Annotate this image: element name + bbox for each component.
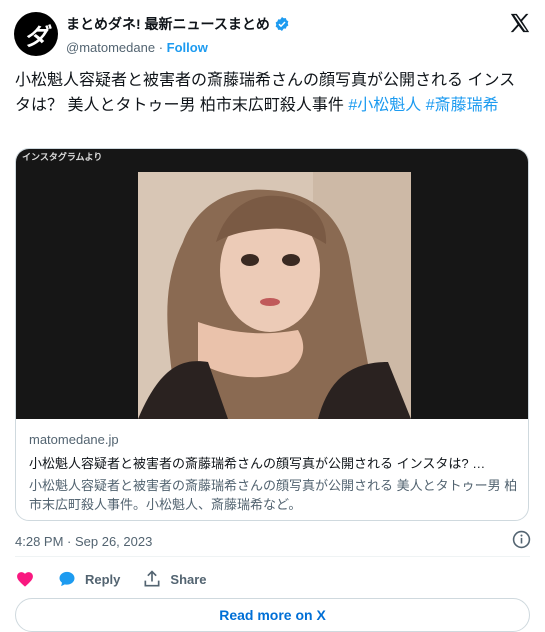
author-name-line: まとめダネ! 最新ニュースまとめ <box>66 14 290 34</box>
share-label: Share <box>170 571 207 587</box>
verified-badge-icon <box>275 17 289 31</box>
reply-button[interactable]: Reply <box>57 569 120 589</box>
media-caption: インスタグラムより <box>22 152 103 162</box>
link-card[interactable]: インスタグラムより matomedane.jp 小松魁人容疑者と被害者の斎藤瑞希… <box>15 148 529 521</box>
handle[interactable]: @matomedane <box>66 40 155 55</box>
timestamp[interactable]: 4:28 PM · Sep 26, 2023 <box>15 534 152 549</box>
portrait-illustration <box>138 172 411 419</box>
card-media[interactable]: インスタグラムより <box>16 149 528 419</box>
hashtag-link[interactable]: #小松魁人 <box>348 97 421 114</box>
tweet-text: 小松魁人容疑者と被害者の斎藤瑞希さんの顔写真が公開される インスタは？ 美人とタ… <box>15 68 530 118</box>
display-name[interactable]: まとめダネ! 最新ニュースまとめ <box>66 14 270 34</box>
reply-bubble-icon <box>59 571 75 587</box>
avatar[interactable]: ダ <box>14 12 58 56</box>
action-bar: Reply Share <box>15 569 229 589</box>
handle-line: @matomedane · Follow <box>66 40 290 55</box>
like-button[interactable] <box>15 569 35 589</box>
author-block: まとめダネ! 最新ニュースまとめ @matomedane · Follow <box>66 14 290 55</box>
x-logo-icon[interactable] <box>509 12 531 34</box>
reply-label: Reply <box>85 571 121 587</box>
hashtag-link[interactable]: #斎藤瑞希 <box>426 97 499 114</box>
separator: · <box>158 40 164 55</box>
card-title: 小松魁人容疑者と被害者の斎藤瑞希さんの顔写真が公開される インスタは? … <box>29 456 486 471</box>
card-domain: matomedane.jp <box>29 432 119 447</box>
follow-button[interactable]: Follow <box>167 40 208 55</box>
read-more-button[interactable]: Read more on X <box>15 598 530 632</box>
share-button[interactable]: Share <box>142 569 207 589</box>
portrait-photo <box>138 172 411 419</box>
card-description: 小松魁人容疑者と被害者の斎藤瑞希さんの顔写真が公開される 美人とタトゥー男 柏市… <box>29 478 518 512</box>
share-icon <box>144 570 160 587</box>
heart-icon <box>17 572 33 587</box>
card-body[interactable]: matomedane.jp 小松魁人容疑者と被害者の斎藤瑞希さんの顔写真が公開さ… <box>29 432 519 514</box>
divider <box>15 556 530 557</box>
info-icon[interactable] <box>512 530 531 549</box>
